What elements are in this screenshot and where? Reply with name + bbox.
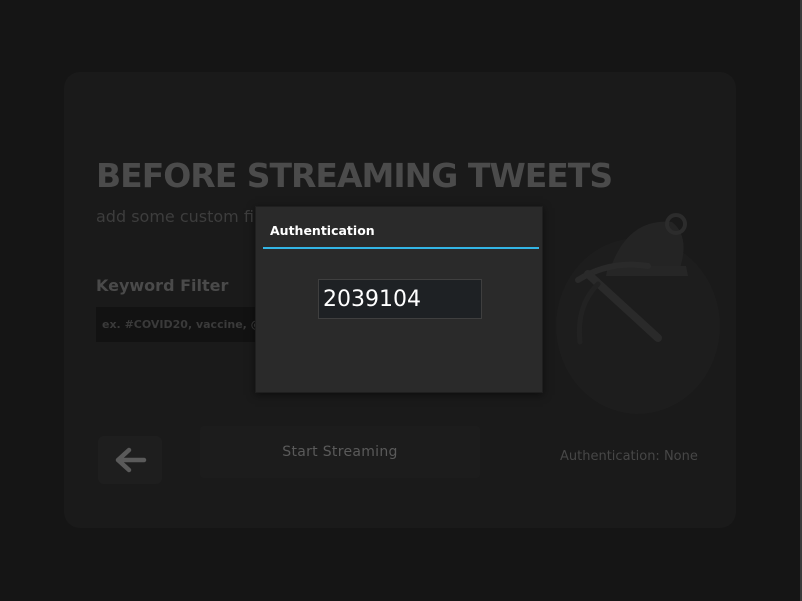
page-title: BEFORE STREAMING TWEETS [96,156,613,195]
arrow-left-icon [115,447,147,473]
start-streaming-button[interactable]: Start Streaming [200,426,480,478]
back-button[interactable] [98,436,162,484]
keyword-filter-label: Keyword Filter [96,276,229,295]
page-subtitle: add some custom filte [96,207,275,226]
authentication-status: Authentication: None [560,449,698,464]
miner-helmet-pickaxe-icon [556,213,720,414]
dialog-title-divider [263,247,539,249]
dialog-title: Authentication [270,223,375,238]
authentication-dialog: Authentication [255,206,543,393]
authentication-code-input[interactable] [318,279,482,319]
